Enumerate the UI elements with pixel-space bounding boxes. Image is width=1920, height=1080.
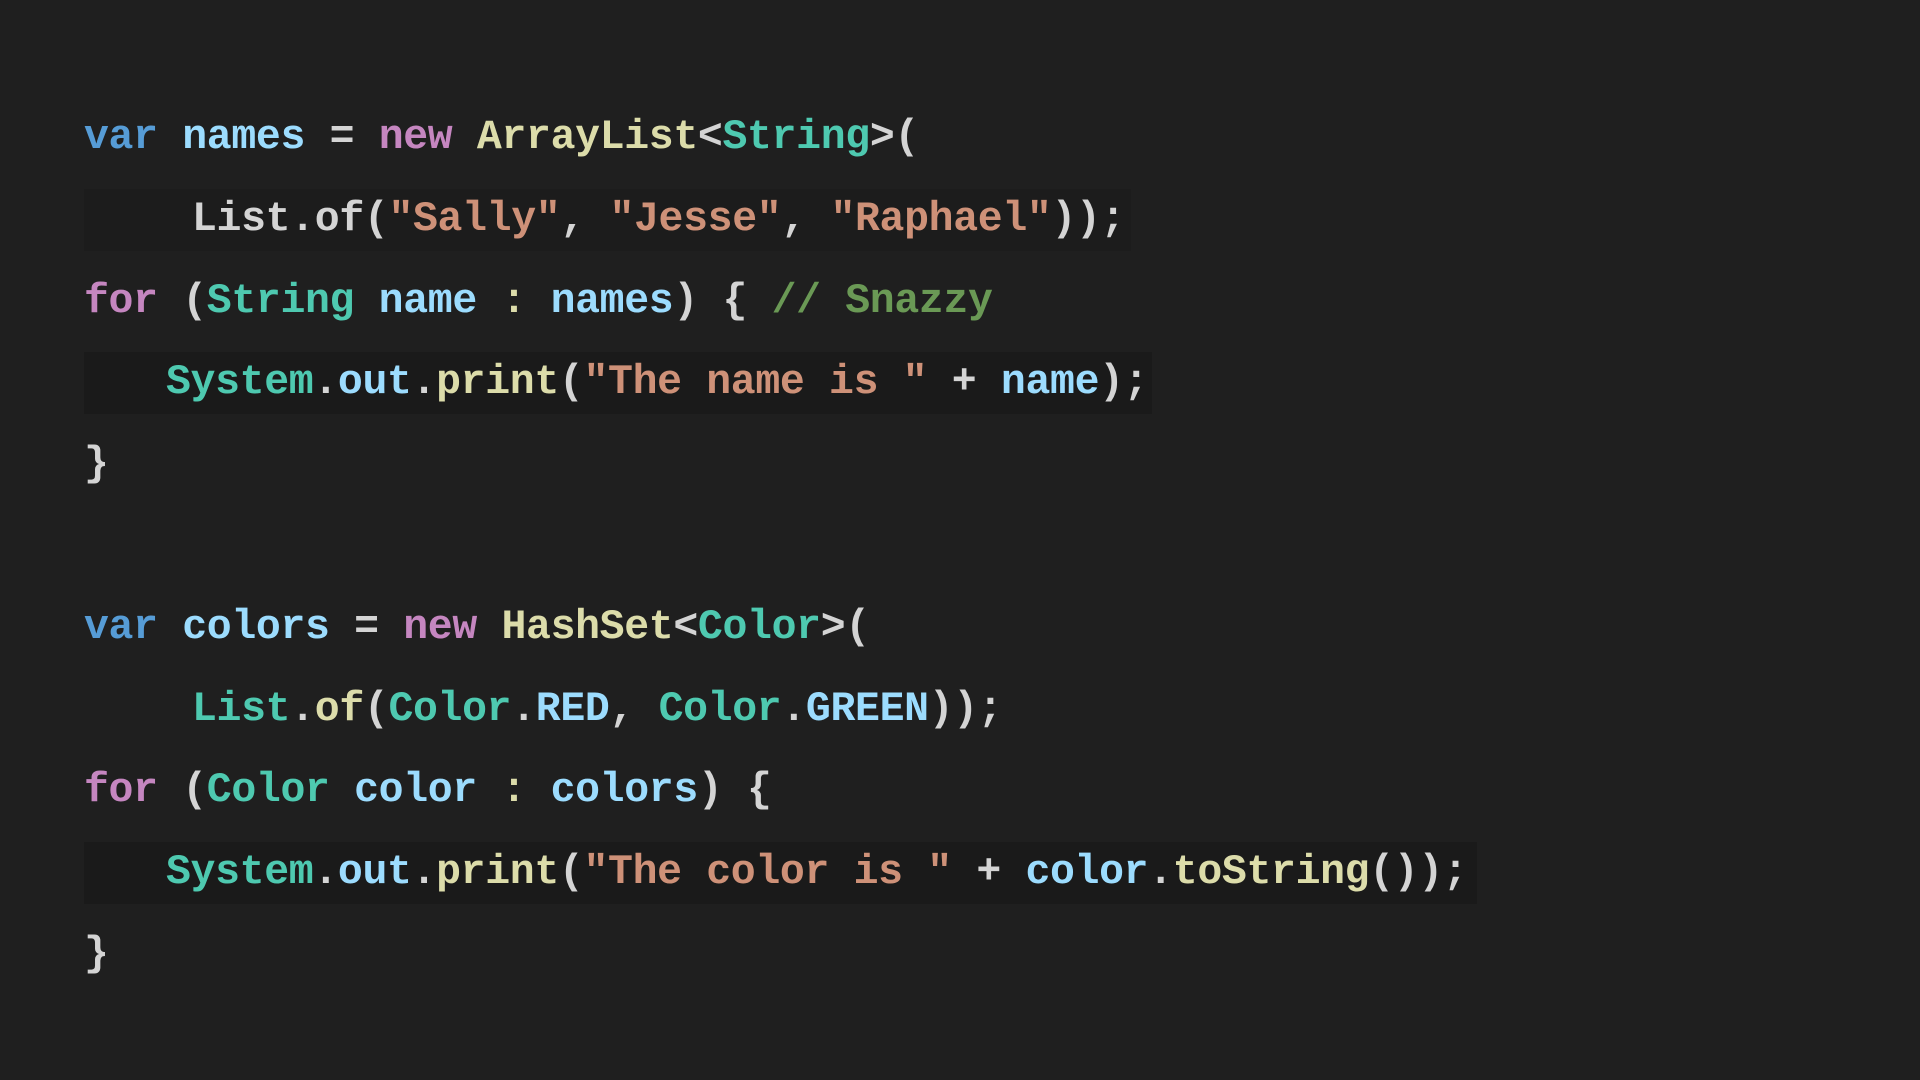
code-token-type: Color xyxy=(697,604,821,651)
code-token-string: "The name is " xyxy=(583,359,928,406)
code-token-variable: name xyxy=(378,278,478,325)
code-token-control: new xyxy=(378,114,453,161)
code-line[interactable]: List.of(Color.RED, Color.GREEN)); xyxy=(84,679,1003,741)
code-token-function: print xyxy=(436,849,559,896)
code-token-variable: colors xyxy=(182,604,330,651)
code-token-plain: } xyxy=(84,931,109,978)
code-line[interactable]: List.of("Sally", "Jesse", "Raphael")); xyxy=(84,189,1132,251)
code-token-function: of xyxy=(314,686,364,733)
code-token-plain: ( xyxy=(363,686,389,733)
code-token-plain: . xyxy=(411,849,437,896)
code-line[interactable]: var names = new ArrayList<String>( xyxy=(84,107,919,169)
code-token-control: for xyxy=(84,278,158,325)
code-token-type: Color xyxy=(206,767,330,814)
code-token-plain: )); xyxy=(1051,196,1126,243)
code-token-plain: )); xyxy=(928,686,1003,733)
code-token-variable: GREEN xyxy=(805,686,929,733)
code-token-function: : xyxy=(476,767,551,814)
code-token-string: "Jesse" xyxy=(609,196,782,243)
code-editor[interactable]: var names = new ArrayList<String>( List.… xyxy=(0,0,1920,1080)
code-token-control: new xyxy=(403,604,477,651)
code-token-plain: . xyxy=(313,359,338,406)
code-token-type: Color xyxy=(388,686,512,733)
code-token-plain: . xyxy=(511,686,536,733)
code-token-plain: ()); xyxy=(1369,849,1468,896)
code-token-plain: . xyxy=(290,686,315,733)
code-token-variable: color xyxy=(1025,849,1149,896)
code-token-plain: List xyxy=(192,196,291,243)
code-token-plain: ( xyxy=(558,359,584,406)
code-token-plain: . xyxy=(411,359,437,406)
code-token-type: System xyxy=(166,359,314,406)
code-line[interactable]: System.out.print("The name is " + name); xyxy=(84,352,1153,414)
code-token-plain: . xyxy=(781,686,806,733)
code-token-plain: + xyxy=(951,849,1026,896)
code-token-variable: RED xyxy=(535,686,610,733)
code-token-plain: } xyxy=(84,441,109,488)
code-token-plain: ( xyxy=(558,849,584,896)
code-token-plain: . xyxy=(290,196,315,243)
code-token-plain: >( xyxy=(820,604,870,651)
code-token-plain: , xyxy=(609,686,659,733)
code-token-function: : xyxy=(476,278,551,325)
code-token-plain: < xyxy=(673,604,698,651)
code-token-plain: . xyxy=(1148,849,1173,896)
code-token-plain: ( xyxy=(157,278,207,325)
code-line[interactable]: for (String name : names) { // Snazzy xyxy=(84,271,993,333)
code-token-storage: var xyxy=(84,604,158,651)
code-token-function: print xyxy=(436,359,559,406)
code-token-function: HashSet xyxy=(501,604,674,651)
code-token-string: "The color is " xyxy=(583,849,952,896)
code-token-storage: var xyxy=(84,114,158,161)
code-token-string: "Sally" xyxy=(388,196,561,243)
code-token-plain: ( xyxy=(363,196,389,243)
code-token-type: String xyxy=(722,114,870,161)
code-token-plain: < xyxy=(697,114,723,161)
code-token-plain: ); xyxy=(1099,359,1149,406)
code-token-function: toString xyxy=(1172,849,1370,896)
code-token-variable: colors xyxy=(550,767,699,814)
code-token-plain: = xyxy=(305,114,379,161)
code-line[interactable]: } xyxy=(84,924,109,986)
code-token-plain: ) { xyxy=(697,767,772,814)
code-line[interactable]: for (Color color : colors) { xyxy=(84,760,772,822)
code-token-plain: , xyxy=(781,196,831,243)
code-token-plain: of xyxy=(314,196,364,243)
code-token-control: for xyxy=(84,767,158,814)
code-token-variable: out xyxy=(337,849,412,896)
code-token-type: List xyxy=(192,686,291,733)
code-line[interactable]: } xyxy=(84,434,109,496)
code-token-type: Color xyxy=(658,686,782,733)
code-token-plain: . xyxy=(313,849,338,896)
code-line[interactable]: var colors = new HashSet<Color>( xyxy=(84,597,870,659)
code-token-function: ArrayList xyxy=(476,114,698,161)
code-token-type: String xyxy=(206,278,355,325)
code-line[interactable]: System.out.print("The color is " + color… xyxy=(84,842,1478,904)
code-token-variable: names xyxy=(550,278,674,325)
code-token-plain: >( xyxy=(869,114,919,161)
code-token-string: "Raphael" xyxy=(830,196,1052,243)
code-token-comment: // Snazzy xyxy=(771,278,993,325)
code-token-variable: name xyxy=(1000,359,1100,406)
code-token-plain: ) { xyxy=(673,278,772,325)
code-token-plain: = xyxy=(329,604,404,651)
code-token-type: System xyxy=(166,849,314,896)
code-token-variable: out xyxy=(337,359,412,406)
code-token-variable: names xyxy=(182,114,306,161)
code-token-plain: , xyxy=(560,196,610,243)
code-token-plain: + xyxy=(927,359,1001,406)
code-token-variable: color xyxy=(354,767,477,814)
code-token-plain: ( xyxy=(157,767,207,814)
